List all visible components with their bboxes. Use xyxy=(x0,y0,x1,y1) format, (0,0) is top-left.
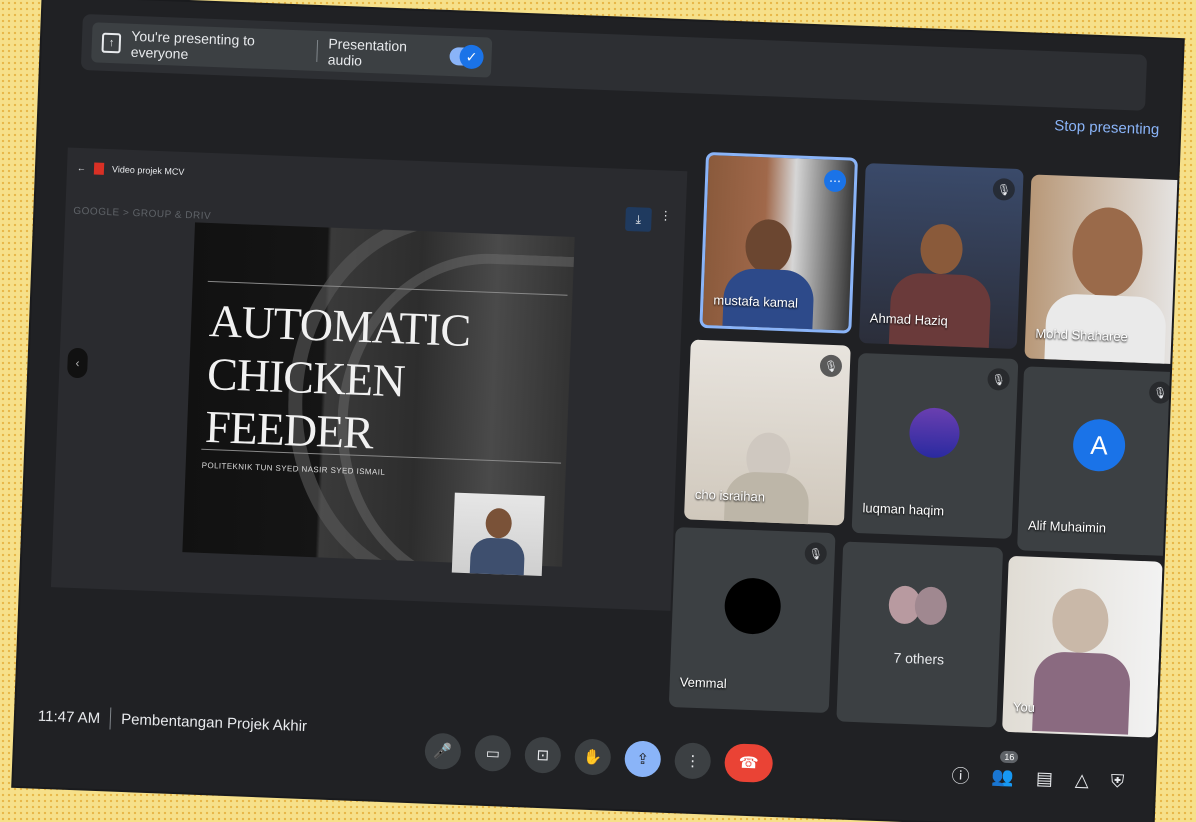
participant-name: mustafa kamal xyxy=(713,292,799,311)
more-options-icon[interactable]: ⋯ xyxy=(823,169,847,193)
shoulders xyxy=(469,537,526,576)
people-icon[interactable]: 16 👥 xyxy=(991,750,1019,788)
meeting-time: 11:47 AM xyxy=(37,707,101,727)
face xyxy=(1051,587,1110,654)
mic-icon[interactable]: 🎤 xyxy=(424,732,462,770)
divider xyxy=(316,39,319,62)
call-controls: 🎤 ▭ ⊡ ✋ ⇪ ⋮ ☎ xyxy=(424,732,774,783)
participant-tile[interactable]: 🎙 luqman haqim xyxy=(851,352,1019,539)
more-options-icon[interactable]: ⋮ xyxy=(674,742,712,780)
avatar xyxy=(723,577,782,636)
participant-name: Ahmad Haziq xyxy=(869,310,949,329)
present-icon[interactable]: ⇪ xyxy=(624,740,662,778)
shared-file-title: Video projek MCV xyxy=(111,164,185,177)
avatar xyxy=(908,406,961,459)
video-file-icon xyxy=(93,162,105,175)
presenting-status: ↑ You're presenting to everyone Presenta… xyxy=(91,22,493,78)
meet-window: ↑ You're presenting to everyone Presenta… xyxy=(13,0,1183,822)
face xyxy=(1070,206,1145,299)
shared-window-actions: ⤓ ⋮ xyxy=(625,206,672,233)
participant-tile[interactable]: 🎙 Ahmad Haziq xyxy=(858,163,1024,350)
mic-off-icon: 🎙 xyxy=(804,542,828,565)
presenting-bar: ↑ You're presenting to everyone Presenta… xyxy=(80,13,1148,111)
participant-tile[interactable]: A 🎙 Alif Muhaimin xyxy=(1017,366,1180,557)
more-vert-icon: ⋮ xyxy=(659,208,672,223)
shoulders xyxy=(1032,650,1132,735)
participant-name: Vemmal xyxy=(679,674,727,692)
avatar xyxy=(914,586,948,626)
presentation-audio-label: Presentation audio xyxy=(327,35,408,69)
mic-off-icon: 🎙 xyxy=(992,178,1016,201)
camera-icon[interactable]: ▭ xyxy=(474,734,512,772)
back-icon: ← xyxy=(76,162,87,174)
mic-off-icon: 🎙 xyxy=(819,354,843,378)
presenter-video-thumbnail xyxy=(451,492,545,576)
participant-tile[interactable]: ⋯ mustafa kamal xyxy=(699,151,858,334)
check-icon: ✓ xyxy=(459,44,485,70)
others-count: 7 others xyxy=(893,649,945,668)
raise-hand-icon[interactable]: ✋ xyxy=(574,738,612,776)
side-tools: ⓘ 16 👥 ▤ △ ⛨ xyxy=(951,750,1125,795)
face xyxy=(485,507,513,539)
participant-name: Alif Muhaimin xyxy=(1027,517,1107,536)
activities-icon[interactable]: △ xyxy=(1075,769,1090,791)
slide-title: AUTOMATIC CHICKEN FEEDER xyxy=(204,295,572,467)
shared-window-topbar: ← Video projek MCV xyxy=(66,147,687,211)
meeting-info: 11:47 AM Pembentangan Projek Akhir xyxy=(38,705,308,737)
participant-name: luqman haqim xyxy=(862,500,945,519)
divider xyxy=(109,707,112,730)
captions-icon[interactable]: ⊡ xyxy=(524,736,562,774)
stop-presenting-button[interactable]: Stop presenting xyxy=(1054,117,1160,138)
breadcrumb: GOOGLE > GROUP & DRIV xyxy=(73,205,212,222)
host-controls-icon[interactable]: ⛨ xyxy=(1110,770,1124,792)
mic-off-icon: 🎙 xyxy=(1148,381,1172,404)
presenting-status-text: You're presenting to everyone xyxy=(130,27,256,63)
chevron-left-icon: ‹ xyxy=(66,347,89,379)
participant-name: You xyxy=(1012,699,1036,715)
present-icon: ↑ xyxy=(101,32,122,54)
participant-tile[interactable]: 🎙 Vemmal xyxy=(668,527,836,714)
download-icon: ⤓ xyxy=(625,206,652,232)
avatar: A xyxy=(1072,418,1127,473)
mic-off-icon: 🎙 xyxy=(987,367,1011,391)
shoulders xyxy=(888,272,992,348)
others-tile[interactable]: 7 others xyxy=(836,541,1004,728)
end-call-icon[interactable]: ☎ xyxy=(723,743,774,783)
participant-tile[interactable]: 🎙 cho israihan xyxy=(683,339,851,526)
face xyxy=(744,218,793,275)
slide-title-line: CHICKEN FEEDER xyxy=(204,347,406,459)
meeting-title: Pembentangan Projek Akhir xyxy=(120,710,308,735)
chat-icon[interactable]: ▤ xyxy=(1036,768,1054,790)
participant-tile[interactable]: Mohd Shaharee xyxy=(1024,174,1183,365)
people-count-badge: 16 xyxy=(1000,750,1019,763)
self-tile[interactable]: You xyxy=(1002,555,1163,738)
participant-name: cho israihan xyxy=(694,486,766,505)
presentation-audio-toggle[interactable]: ✓ xyxy=(448,44,485,70)
info-icon[interactable]: ⓘ xyxy=(951,762,970,789)
face xyxy=(919,223,964,275)
